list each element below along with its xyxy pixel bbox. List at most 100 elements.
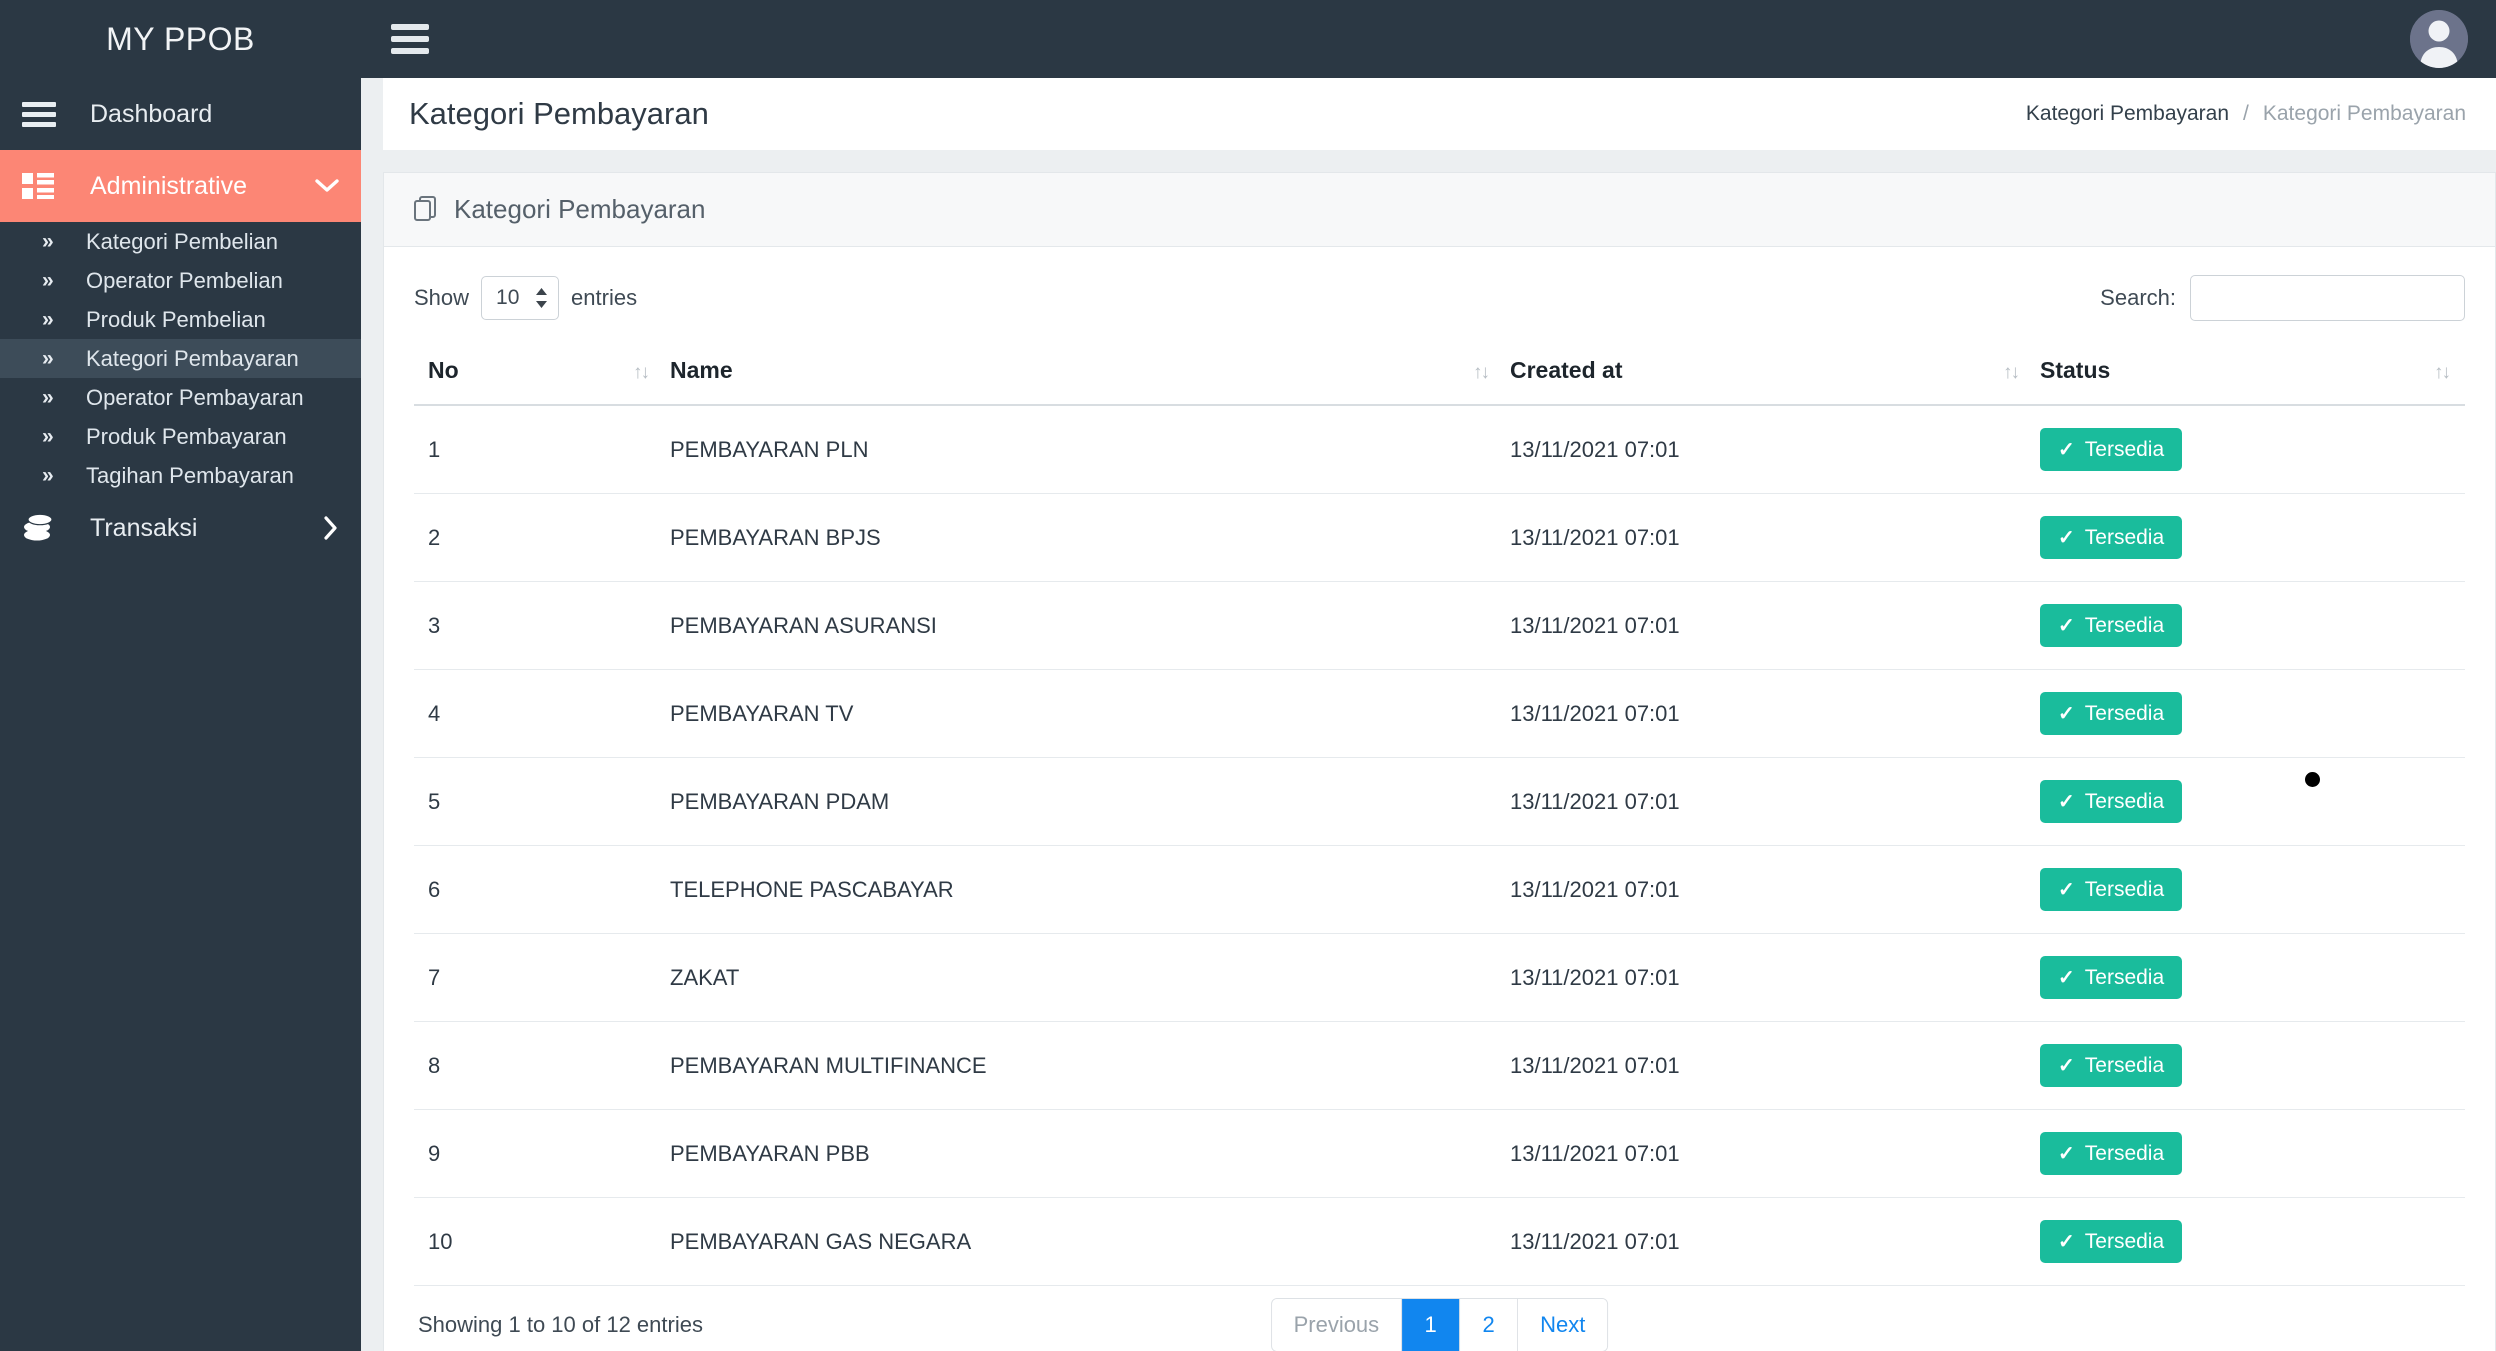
sidebar-subitem-kategori-pembayaran[interactable]: » Kategori Pembayaran <box>0 339 361 378</box>
table-row: 3 PEMBAYARAN ASURANSI 13/11/2021 07:01 ✓… <box>414 581 2465 670</box>
show-label: Show <box>414 285 470 310</box>
entries-select-value: 10 <box>496 286 520 309</box>
cell-name: PEMBAYARAN TV <box>664 669 1504 758</box>
sidebar-item-dashboard[interactable]: Dashboard <box>0 78 361 150</box>
sidebar-item-administrative[interactable]: Administrative <box>0 150 361 222</box>
grid-list-icon <box>22 173 70 199</box>
sidebar-subitem-produk-pembelian[interactable]: » Produk Pembelian <box>0 300 361 339</box>
sidebar-subitem-tagihan-pembayaran[interactable]: » Tagihan Pembayaran <box>0 456 361 495</box>
breadcrumb-separator: / <box>2243 102 2249 125</box>
sidebar-item-administrative-label: Administrative <box>90 171 247 200</box>
status-badge[interactable]: ✓ Tersedia <box>2040 868 2183 911</box>
check-icon: ✓ <box>2058 703 2075 725</box>
check-icon: ✓ <box>2058 1143 2075 1165</box>
cell-status: ✓ Tersedia <box>2034 581 2465 670</box>
status-badge-label: Tersedia <box>2084 701 2165 725</box>
cell-no: 9 <box>414 1109 664 1198</box>
sidebar-subitem-operator-pembelian[interactable]: » Operator Pembelian <box>0 261 361 300</box>
table-row: 7 ZAKAT 13/11/2021 07:01 ✓ Tersedia <box>414 933 2465 1022</box>
coins-stack-icon <box>22 513 70 543</box>
check-icon: ✓ <box>2058 967 2075 989</box>
check-icon: ✓ <box>2058 615 2075 637</box>
copy-document-icon <box>414 195 440 224</box>
cell-name: PEMBAYARAN PBB <box>664 1109 1504 1198</box>
entries-select[interactable]: 10 <box>481 276 560 320</box>
status-badge[interactable]: ✓ Tersedia <box>2040 428 2183 471</box>
pagination-page-2[interactable]: 2 <box>1460 1299 1519 1351</box>
content-card: Kategori Pembayaran Show 10 entries Sear… <box>383 172 2496 1351</box>
search-label: Search: <box>2100 285 2176 310</box>
chevron-down-icon <box>315 178 339 194</box>
sidebar-subitem-label: Kategori Pembelian <box>86 228 279 254</box>
cell-status: ✓ Tersedia <box>2034 845 2465 934</box>
cell-name: PEMBAYARAN BPJS <box>664 493 1504 582</box>
cell-no: 5 <box>414 757 664 846</box>
cell-no: 3 <box>414 581 664 670</box>
sort-icon: ↑↓ <box>1473 361 1490 383</box>
cell-status: ✓ Tersedia <box>2034 757 2465 846</box>
sort-icon: ↑↓ <box>2434 361 2451 383</box>
cell-no: 8 <box>414 1021 664 1110</box>
search-input[interactable] <box>2190 275 2465 321</box>
hamburger-icon <box>22 97 70 132</box>
pagination: Previous 1 2 Next <box>1270 1298 1609 1351</box>
main-area: Kategori Pembayaran Kategori Pembayaran … <box>361 0 2496 1351</box>
column-header-status[interactable]: Status ↑↓ <box>2034 339 2465 406</box>
check-icon: ✓ <box>2058 791 2075 813</box>
column-header-no[interactable]: No ↑↓ <box>414 339 664 406</box>
status-badge[interactable]: ✓ Tersedia <box>2040 1220 2183 1263</box>
column-header-created-at[interactable]: Created at ↑↓ <box>1504 339 2034 406</box>
cell-created-at: 13/11/2021 07:01 <box>1504 1109 2034 1198</box>
sidebar-subitem-kategori-pembelian[interactable]: » Kategori Pembelian <box>0 222 361 261</box>
sidebar-item-dashboard-label: Dashboard <box>90 99 213 128</box>
data-table: No ↑↓ Name ↑↓ Created at ↑↓ Status ↑↓ 1 … <box>414 339 2465 1286</box>
status-badge[interactable]: ✓ Tersedia <box>2040 692 2183 735</box>
content-wrapper: Kategori Pembayaran Kategori Pembayaran … <box>361 78 2496 1351</box>
double-chevron-right-icon: » <box>42 424 54 448</box>
double-chevron-right-icon: » <box>42 346 54 370</box>
sidebar-submenu: » Kategori Pembelian » Operator Pembelia… <box>0 222 361 495</box>
cell-no: 4 <box>414 669 664 758</box>
cell-status: ✓ Tersedia <box>2034 669 2465 758</box>
sidebar-toggle-hamburger-icon[interactable] <box>391 18 429 60</box>
sidebar-subitem-label: Produk Pembelian <box>86 306 266 332</box>
column-header-name[interactable]: Name ↑↓ <box>664 339 1504 406</box>
sidebar-subitem-operator-pembayaran[interactable]: » Operator Pembayaran <box>0 378 361 417</box>
status-badge[interactable]: ✓ Tersedia <box>2040 956 2183 999</box>
sidebar-subitem-label: Tagihan Pembayaran <box>86 462 294 488</box>
app-root: MY PPOB Dashboard Administrative » Kateg… <box>0 0 2496 1351</box>
check-icon: ✓ <box>2058 439 2075 461</box>
table-row: 5 PEMBAYARAN PDAM 13/11/2021 07:01 ✓ Ter… <box>414 757 2465 846</box>
breadcrumb-parent[interactable]: Kategori Pembayaran <box>2026 102 2229 126</box>
pagination-next[interactable]: Next <box>1518 1299 1608 1351</box>
status-badge[interactable]: ✓ Tersedia <box>2040 780 2183 823</box>
topbar <box>361 0 2496 78</box>
cell-created-at: 13/11/2021 07:01 <box>1504 1197 2034 1286</box>
status-badge[interactable]: ✓ Tersedia <box>2040 1044 2183 1087</box>
column-header-name-label: Name <box>670 357 733 383</box>
sidebar-subitem-produk-pembayaran[interactable]: » Produk Pembayaran <box>0 417 361 456</box>
user-avatar[interactable] <box>2410 10 2468 68</box>
status-badge[interactable]: ✓ Tersedia <box>2040 1132 2183 1175</box>
cell-status: ✓ Tersedia <box>2034 933 2465 1022</box>
status-badge[interactable]: ✓ Tersedia <box>2040 604 2183 647</box>
sidebar-subitem-label: Kategori Pembayaran <box>86 345 299 371</box>
cell-created-at: 13/11/2021 07:01 <box>1504 933 2034 1022</box>
cell-name: PEMBAYARAN PDAM <box>664 757 1504 846</box>
pagination-previous[interactable]: Previous <box>1271 1299 1403 1351</box>
status-badge-label: Tersedia <box>2084 965 2165 989</box>
cell-no: 7 <box>414 933 664 1022</box>
status-badge[interactable]: ✓ Tersedia <box>2040 516 2183 559</box>
double-chevron-right-icon: » <box>42 229 54 253</box>
table-body: 1 PEMBAYARAN PLN 13/11/2021 07:01 ✓ Ters… <box>414 405 2465 1286</box>
cell-name: PEMBAYARAN PLN <box>664 405 1504 494</box>
status-badge-label: Tersedia <box>2084 877 2165 901</box>
pagination-page-1[interactable]: 1 <box>1402 1299 1461 1351</box>
page-title: Kategori Pembayaran <box>409 96 709 131</box>
double-chevron-right-icon: » <box>42 385 54 409</box>
cell-name: TELEPHONE PASCABAYAR <box>664 845 1504 934</box>
cell-status: ✓ Tersedia <box>2034 405 2465 494</box>
table-row: 1 PEMBAYARAN PLN 13/11/2021 07:01 ✓ Ters… <box>414 405 2465 494</box>
cell-name: PEMBAYARAN MULTIFINANCE <box>664 1021 1504 1110</box>
sidebar-item-transaksi[interactable]: Transaksi <box>0 495 361 561</box>
